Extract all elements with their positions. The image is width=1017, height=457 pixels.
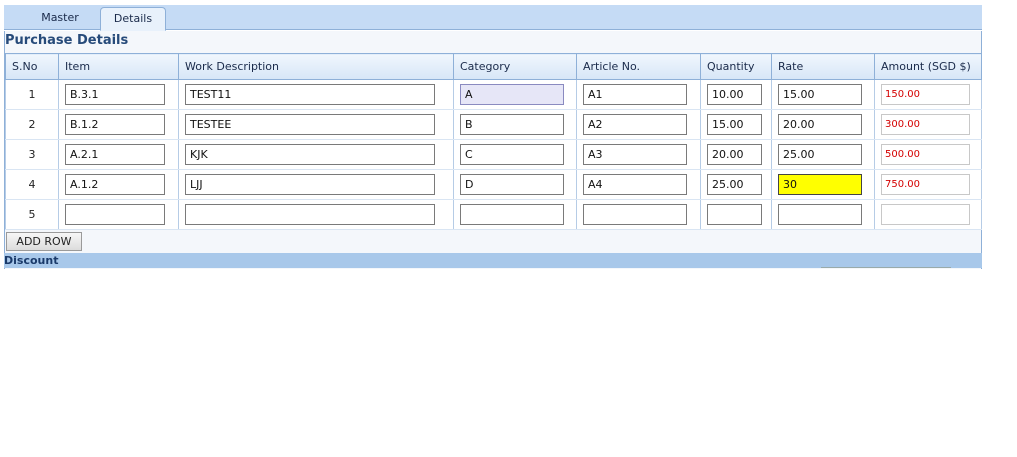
rate-input[interactable]: 15.00 (778, 84, 862, 105)
column-header-work-description: Work Description (178, 53, 454, 80)
quantity-input[interactable]: 25.00 (707, 174, 762, 195)
table-row: 1 B.3.1 TEST11 A A1 10.00 15.00 150.00 (5, 79, 982, 110)
table-header-row: S.No Item Work Description Category Arti… (5, 53, 982, 80)
tab-bar: Master Details (4, 5, 982, 31)
rate-input[interactable]: 20.00 (778, 114, 862, 135)
amount-value: 300.00 (881, 114, 970, 135)
rate-input[interactable]: 25.00 (778, 144, 862, 165)
article-no-input[interactable]: A4 (583, 174, 687, 195)
column-header-category: Category (453, 53, 577, 80)
tab-details[interactable]: Details (100, 7, 166, 31)
column-header-amount: Amount (SGD $) (874, 53, 982, 80)
column-header-article-no: Article No. (576, 53, 701, 80)
quantity-input[interactable]: 15.00 (707, 114, 762, 135)
row-sno: 5 (5, 199, 59, 230)
column-header-item: Item (58, 53, 179, 80)
row-sno: 3 (5, 139, 59, 170)
work-description-input[interactable]: TEST11 (185, 84, 435, 105)
item-input[interactable]: A.2.1 (65, 144, 165, 165)
add-row-button[interactable]: ADD ROW (6, 232, 82, 251)
rate-input[interactable] (778, 204, 862, 225)
column-header-rate: Rate (771, 53, 875, 80)
item-input[interactable]: A.1.2 (65, 174, 165, 195)
purchase-details-panel: Purchase Details S.No Item Work Descript… (4, 31, 982, 269)
quantity-input[interactable]: 20.00 (707, 144, 762, 165)
category-input[interactable]: B (460, 114, 564, 135)
category-input[interactable]: A (460, 84, 564, 105)
discount-section-header: Discount (4, 253, 982, 268)
article-no-input[interactable]: A2 (583, 114, 687, 135)
column-header-sno: S.No (5, 53, 59, 80)
panel-title: Purchase Details (5, 33, 129, 48)
table-row: 4 A.1.2 LJJ D A4 25.00 30 750.00 (5, 169, 982, 200)
work-description-input[interactable] (185, 204, 435, 225)
category-input[interactable]: C (460, 144, 564, 165)
discount-label: Discount (4, 254, 59, 267)
amount-value: 500.00 (881, 144, 970, 165)
tab-master[interactable]: Master (22, 7, 98, 31)
row-sno: 1 (5, 79, 59, 110)
category-input[interactable] (460, 204, 564, 225)
article-no-input[interactable] (583, 204, 687, 225)
category-input[interactable]: D (460, 174, 564, 195)
work-description-input[interactable]: KJK (185, 144, 435, 165)
amount-value: 750.00 (881, 174, 970, 195)
article-no-input[interactable]: A3 (583, 144, 687, 165)
amount-value (881, 204, 970, 225)
table-row: 3 A.2.1 KJK C A3 20.00 25.00 500.00 (5, 139, 982, 170)
quantity-input[interactable] (707, 204, 762, 225)
quantity-input[interactable]: 10.00 (707, 84, 762, 105)
work-description-input[interactable]: LJJ (185, 174, 435, 195)
table-row: 2 B.1.2 TESTEE B A2 15.00 20.00 300.00 (5, 109, 982, 140)
purchase-details-table: S.No Item Work Description Category Arti… (5, 53, 982, 230)
column-header-quantity: Quantity (700, 53, 772, 80)
table-row: 5 (5, 199, 982, 230)
row-sno: 2 (5, 109, 59, 140)
work-description-input[interactable]: TESTEE (185, 114, 435, 135)
amount-value: 150.00 (881, 84, 970, 105)
item-input[interactable]: B.3.1 (65, 84, 165, 105)
article-no-input[interactable]: A1 (583, 84, 687, 105)
item-input[interactable]: B.1.2 (65, 114, 165, 135)
discount-input-edge (821, 267, 951, 269)
item-input[interactable] (65, 204, 165, 225)
rate-input[interactable]: 30 (778, 174, 862, 195)
row-sno: 4 (5, 169, 59, 200)
